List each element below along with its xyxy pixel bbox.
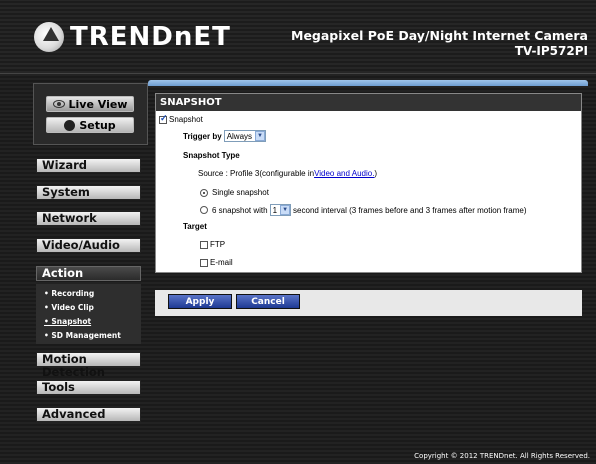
menu-item-tools[interactable]: Tools: [36, 380, 141, 395]
six-snapshot-prefix: 6 snapshot with: [212, 205, 268, 215]
panel-title: SNAPSHOT: [156, 94, 581, 111]
source-prefix: Source : Profile 3(configurable in: [198, 169, 315, 178]
ftp-row: FTP: [200, 240, 225, 249]
setup-button[interactable]: Setup: [46, 117, 134, 133]
cancel-button[interactable]: Cancel: [236, 294, 300, 309]
six-snapshot-row: 6 snapshot with 1 ▼ second interval (3 f…: [200, 204, 526, 216]
chevron-down-icon: ▼: [280, 205, 291, 215]
trigger-label: Trigger by: [183, 131, 222, 141]
setup-label: Setup: [79, 118, 116, 132]
product-name: Megapixel PoE Day/Night Internet Camera: [291, 28, 588, 43]
submenu-item-recording[interactable]: • Recording: [44, 287, 141, 301]
menu-item-system[interactable]: System: [36, 185, 141, 200]
menu-item-network[interactable]: Network: [36, 211, 141, 226]
brand-name: TRENDnET: [70, 22, 231, 52]
brand-logo: TRENDnET: [34, 22, 231, 52]
snapshot-checkbox[interactable]: [159, 113, 168, 124]
single-snapshot-row: Single snapshot: [200, 188, 269, 197]
snapshot-label: Snapshot: [169, 115, 203, 124]
product-info: Megapixel PoE Day/Night Internet Camera …: [291, 28, 588, 58]
six-snapshot-radio[interactable]: [200, 206, 208, 214]
trigger-value: Always: [226, 131, 253, 141]
content-top-bar: [148, 80, 588, 86]
trendnet-logo-icon: [34, 22, 64, 52]
single-snapshot-radio[interactable]: [200, 188, 208, 197]
trigger-select[interactable]: Always ▼: [223, 130, 267, 142]
gear-icon: [64, 119, 76, 131]
copyright-text: Copyright © 2012 TRENDnet. All Rights Re…: [414, 452, 590, 460]
apply-button[interactable]: Apply: [168, 294, 232, 309]
email-label: E-mail: [210, 258, 233, 267]
submenu-item-sd-management[interactable]: • SD Management: [44, 329, 141, 343]
submenu-item-snapshot[interactable]: • Snapshot: [44, 315, 141, 329]
live-view-button[interactable]: Live View: [46, 96, 134, 112]
live-view-label: Live View: [68, 97, 128, 111]
six-snapshot-suffix: second interval (3 frames before and 3 f…: [293, 205, 527, 215]
interval-select[interactable]: 1 ▼: [269, 204, 292, 216]
app-window: TRENDnET Megapixel PoE Day/Night Interne…: [0, 0, 596, 464]
chevron-down-icon: ▼: [255, 131, 266, 141]
eye-icon: [52, 100, 65, 108]
single-snapshot-label: Single snapshot: [212, 188, 269, 197]
snapshot-panel: SNAPSHOT Snapshot Trigger by Always ▼ Sn…: [155, 93, 582, 273]
view-mode-box: Live View Setup: [33, 83, 148, 145]
ftp-checkbox[interactable]: [200, 240, 208, 249]
snapshot-enable-row: Snapshot: [159, 113, 203, 124]
interval-value: 1: [272, 205, 278, 215]
video-audio-link[interactable]: Video and Audio.: [314, 169, 374, 178]
sidebar: Live View Setup Wizard System Network Vi…: [33, 83, 148, 443]
product-model: TV-IP572PI: [514, 44, 588, 58]
action-bar: Apply Cancel: [155, 290, 582, 316]
source-row: Source : Profile 3(configurable in Video…: [198, 169, 377, 178]
menu-item-action[interactable]: Action: [36, 266, 141, 281]
action-submenu: • Recording • Video Clip • Snapshot • SD…: [36, 284, 141, 344]
menu-item-motion-detection[interactable]: Motion Detection: [36, 352, 141, 379]
target-label: Target: [183, 222, 207, 231]
source-suffix: ): [374, 169, 378, 178]
menu-item-wizard[interactable]: Wizard: [36, 158, 141, 173]
email-checkbox[interactable]: [200, 258, 208, 267]
ftp-label: FTP: [210, 240, 226, 249]
menu-item-advanced[interactable]: Advanced: [36, 407, 141, 422]
header: TRENDnET Megapixel PoE Day/Night Interne…: [0, 0, 596, 74]
snapshot-type-label: Snapshot Type: [183, 151, 240, 160]
email-row: E-mail: [200, 258, 233, 267]
submenu-item-video-clip[interactable]: • Video Clip: [44, 301, 141, 315]
trigger-row: Trigger by Always ▼: [183, 130, 268, 142]
menu-item-video-audio[interactable]: Video/Audio: [36, 238, 141, 253]
